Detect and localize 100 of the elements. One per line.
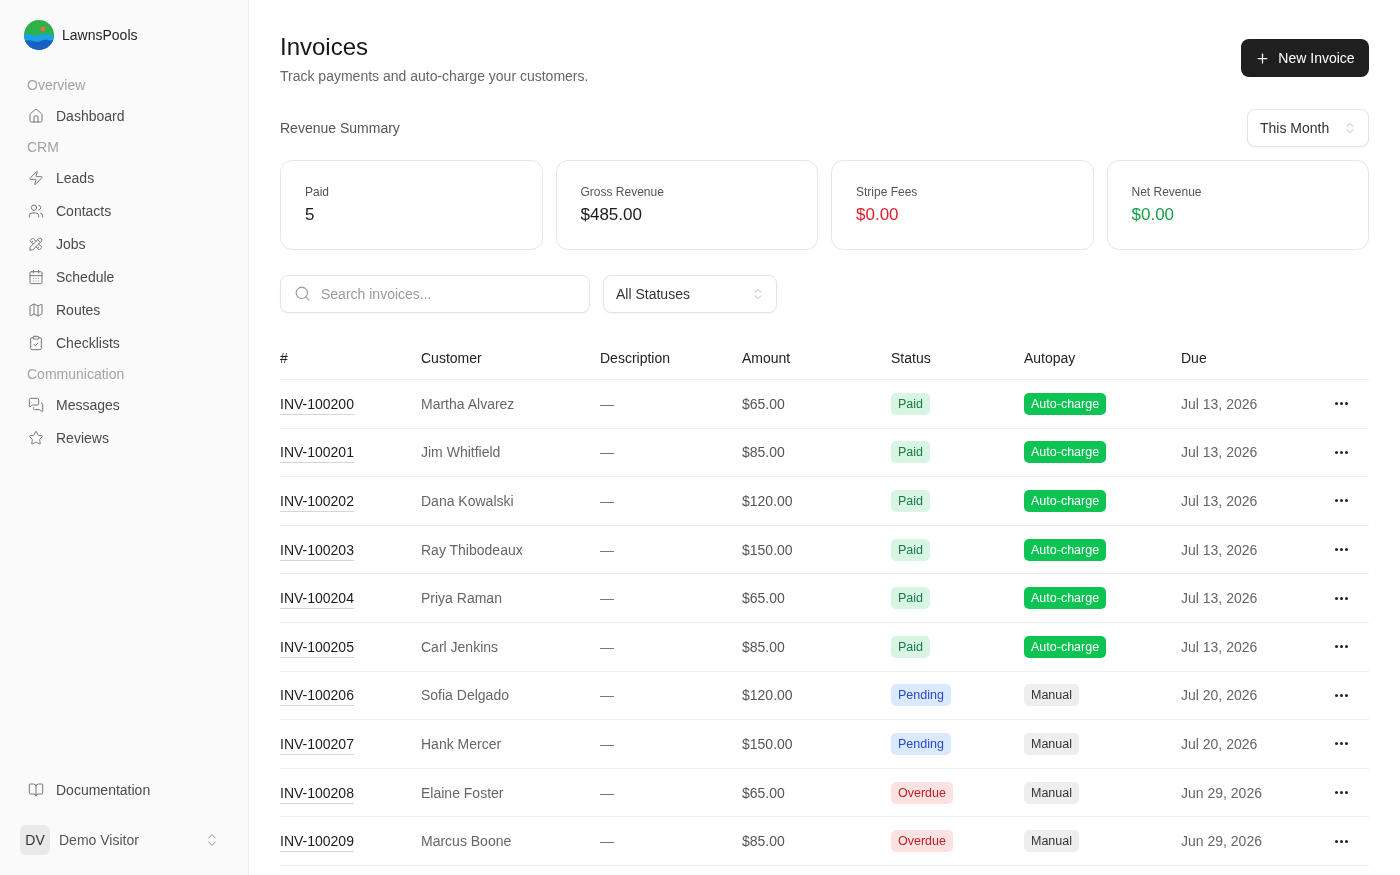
customer-name: Elaine Foster [421, 784, 504, 801]
status-select[interactable]: All Statuses [603, 275, 777, 313]
status-badge: Overdue [891, 830, 953, 853]
invoice-link[interactable]: INV-100203 [280, 541, 354, 561]
column-header: Description [600, 349, 671, 366]
status-badge: Overdue [891, 781, 953, 804]
calendar-icon [28, 268, 44, 285]
ellipsis-icon [1334, 791, 1348, 795]
nav-item[interactable]: Checklists [20, 326, 228, 359]
star-icon [28, 429, 44, 446]
autopay-badge: Manual [1024, 684, 1079, 707]
page-title: Invoices [280, 32, 370, 62]
home-icon [28, 107, 44, 124]
nav-item[interactable]: Documentation [20, 773, 228, 806]
amount-text: $65.00 [742, 590, 785, 607]
description-text: — [600, 735, 614, 752]
invoice-link[interactable]: INV-100201 [280, 444, 354, 464]
column-header: Autopay [1024, 349, 1076, 366]
ellipsis-icon [1334, 596, 1348, 600]
amount-text: $150.00 [742, 541, 793, 558]
due-date: Jul 13, 2026 [1181, 444, 1258, 461]
description-text: — [600, 638, 614, 655]
period-select[interactable]: This Month [1247, 109, 1369, 147]
amount-text: $65.00 [742, 784, 785, 801]
customer-name: Priya Raman [421, 590, 502, 607]
customer-name: Ray Thibodeaux [421, 541, 523, 558]
map-icon [28, 301, 44, 318]
nav-item[interactable]: Schedule [20, 260, 228, 293]
status-badge: Paid [891, 441, 931, 464]
nav-item[interactable]: Reviews [20, 421, 228, 454]
invoice-link[interactable]: INV-100202 [280, 493, 354, 512]
stat-value: $0.00 [856, 204, 900, 226]
ellipsis-icon [1334, 450, 1348, 454]
column-header: # [280, 349, 288, 366]
customer-name: Jim Whitfield [421, 444, 501, 461]
book-icon [28, 781, 44, 798]
description-text: — [600, 395, 614, 412]
lightning-icon [28, 169, 44, 186]
invoice-link[interactable]: INV-100208 [280, 784, 354, 804]
nav-item[interactable]: Contacts [20, 194, 228, 227]
description-text: — [600, 833, 614, 850]
nav-item[interactable]: Jobs [20, 227, 228, 260]
status-badge: Pending [891, 732, 951, 755]
customer-name: Sofia Delgado [421, 687, 509, 704]
invoice-link[interactable]: INV-100206 [280, 687, 354, 707]
section-title: Revenue Summary [280, 120, 400, 136]
nav-item[interactable]: Routes [20, 293, 228, 326]
stat-label: Stripe Fees [856, 184, 919, 200]
amount-text: $150.00 [742, 735, 793, 752]
column-header: Status [891, 349, 931, 366]
page-subtitle: Track payments and auto-charge your customers. [280, 67, 589, 85]
user-avatar: DV [20, 825, 50, 855]
autopay-badge: Auto-charge [1024, 538, 1107, 561]
status-badge: Paid [891, 392, 931, 415]
amount-text: $85.00 [742, 444, 785, 461]
due-date: Jul 13, 2026 [1181, 590, 1258, 607]
due-date: Jul 20, 2026 [1181, 735, 1258, 752]
clipboard-icon [28, 334, 44, 351]
stat-label: Gross Revenue [580, 184, 665, 200]
ellipsis-icon [1334, 742, 1348, 746]
nav-item[interactable]: Messages [20, 388, 228, 421]
description-text: — [600, 687, 614, 704]
people-icon [28, 202, 44, 219]
status-badge: Paid [891, 635, 931, 658]
column-header: Due [1181, 349, 1207, 366]
invoice-link[interactable]: INV-100204 [280, 590, 354, 610]
ellipsis-icon [1334, 645, 1348, 649]
description-text: — [600, 444, 614, 461]
amount-text: $85.00 [742, 833, 785, 850]
description-text: — [600, 784, 614, 801]
amount-text: $85.00 [742, 638, 785, 655]
invoice-link[interactable]: INV-100207 [280, 735, 354, 755]
invoice-link[interactable]: INV-100205 [280, 638, 354, 658]
customer-name: Marcus Boone [421, 833, 512, 850]
invoice-link[interactable]: INV-100209 [280, 833, 354, 853]
status-badge: Pending [891, 684, 951, 707]
ellipsis-icon [1334, 499, 1348, 503]
status-badge: Paid [891, 490, 931, 512]
logo-icon [24, 20, 54, 50]
new-invoice-button[interactable]: New Invoice [1241, 39, 1369, 77]
autopay-badge: Auto-charge [1024, 490, 1107, 512]
nav-section-label: CRM [26, 137, 60, 157]
autopay-badge: Manual [1024, 732, 1079, 755]
stat-label: Net Revenue [1131, 184, 1203, 200]
autopay-badge: Manual [1024, 781, 1079, 804]
customer-name: Dana Kowalski [421, 493, 514, 509]
nav-item[interactable]: Dashboard [20, 99, 228, 132]
description-text: — [600, 590, 614, 607]
nav-item[interactable]: Leads [20, 161, 228, 194]
nav-section-label: Overview [26, 75, 87, 95]
due-date: Jun 29, 2026 [1181, 833, 1262, 850]
chat-bubbles-icon [28, 396, 44, 413]
brand-name: LawnsPools [62, 27, 138, 43]
due-date: Jul 13, 2026 [1181, 493, 1258, 509]
ellipsis-icon [1334, 402, 1348, 406]
plus-icon [1255, 50, 1271, 66]
invoice-link[interactable]: INV-100200 [280, 395, 354, 415]
stat-label: Paid [305, 184, 331, 200]
search-field[interactable]: Search invoices... [280, 275, 590, 313]
ellipsis-icon [1334, 548, 1348, 552]
